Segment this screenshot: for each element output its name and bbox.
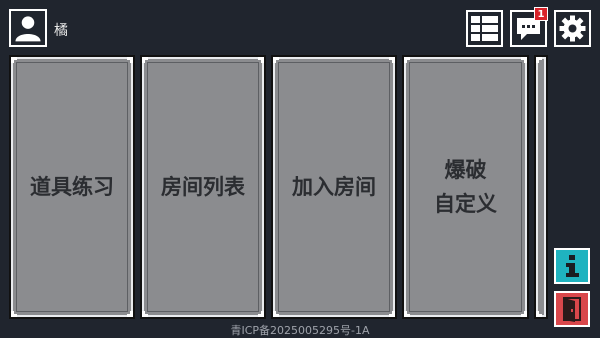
info-icon	[566, 255, 579, 277]
card-label: 房间列表	[161, 175, 245, 199]
avatar[interactable]	[9, 9, 47, 47]
card-label-line2: 自定义	[434, 192, 497, 216]
card-item-practice[interactable]: 道具练习	[9, 55, 135, 319]
icp-footer[interactable]: 青ICP备2025005295号-1A	[0, 322, 600, 338]
chat-button[interactable]: 1	[510, 7, 548, 47]
card-room-list[interactable]: 房间列表	[140, 55, 266, 319]
card-label: 加入房间	[292, 175, 376, 199]
card-label: 道具练习	[30, 175, 114, 199]
card-join-room[interactable]: 加入房间	[271, 55, 397, 319]
notification-badge: 1	[534, 7, 548, 21]
settings-button[interactable]	[554, 10, 591, 47]
grid-menu-button[interactable]	[466, 10, 503, 47]
gear-icon	[559, 15, 586, 42]
username: 橘	[54, 23, 68, 39]
info-button[interactable]	[554, 248, 590, 284]
card-bomb-custom[interactable]: 爆破 自定义	[402, 55, 529, 319]
exit-door-icon	[563, 297, 581, 322]
card-label-line1: 爆破	[444, 158, 487, 182]
grid-menu-icon	[471, 16, 498, 41]
card-partial-next[interactable]	[534, 55, 548, 319]
user-avatar-icon	[15, 16, 41, 42]
